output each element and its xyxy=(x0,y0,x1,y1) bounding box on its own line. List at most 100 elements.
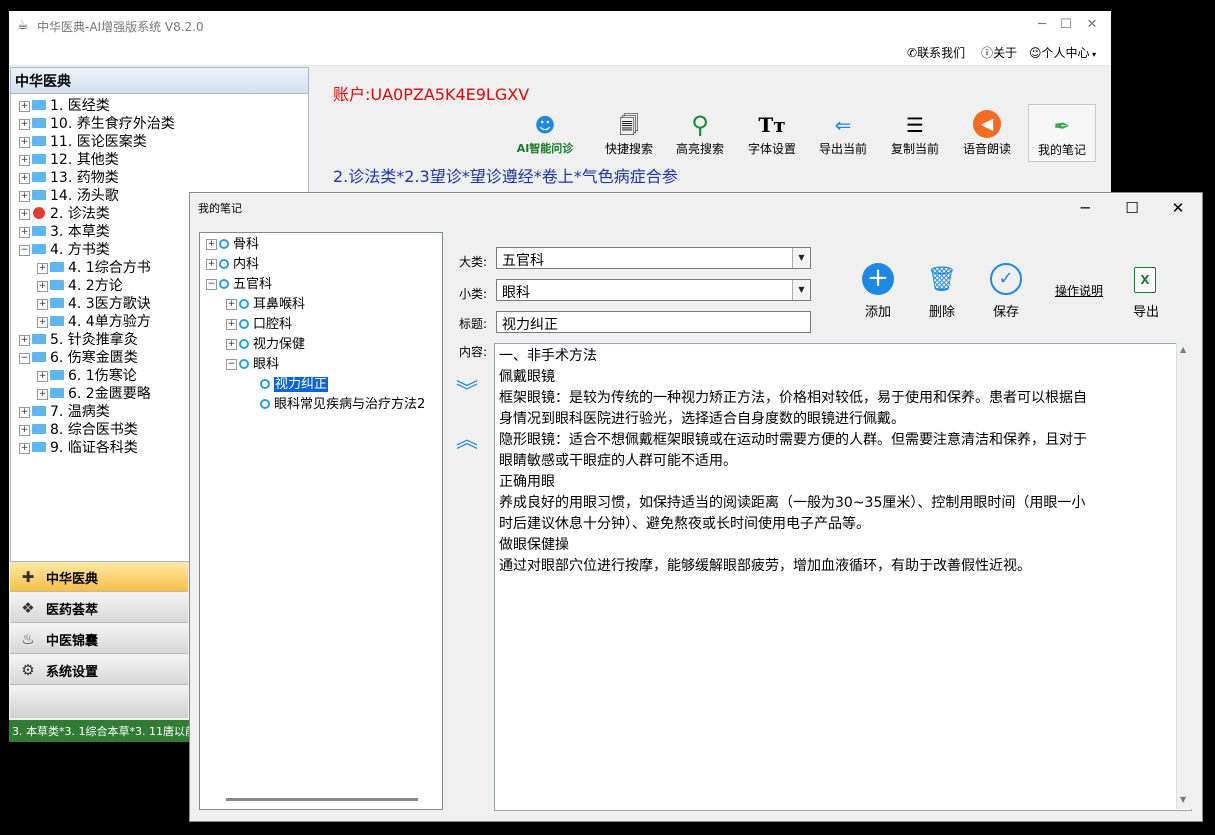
collapse-icon[interactable]: − xyxy=(206,279,217,290)
nav-zhonghua-yidian[interactable]: ✚ 中华医典 xyxy=(10,562,188,592)
tree-item[interactable]: +9. 临证各科类 xyxy=(19,439,138,457)
note-icon xyxy=(260,398,270,409)
subcategory-label: 小类: xyxy=(459,287,488,301)
expand-icon[interactable]: + xyxy=(37,388,48,400)
close-icon[interactable]: ✕ xyxy=(1081,15,1103,35)
expand-icon[interactable]: + xyxy=(19,226,30,238)
tree-item[interactable]: +11. 医论医案类 xyxy=(19,133,147,151)
expand-icon[interactable]: + xyxy=(19,334,30,346)
save-button[interactable]: ✓ 保存 xyxy=(978,263,1034,327)
previous-note-icon[interactable]: ︽ xyxy=(456,430,478,452)
notes-tree-item[interactable]: + 耳鼻喉科 xyxy=(226,295,305,315)
scroll-down-icon[interactable]: ▼ xyxy=(1180,795,1186,804)
maximize-icon[interactable]: ☐ xyxy=(1055,15,1077,35)
expand-icon[interactable]: + xyxy=(37,262,48,274)
notes-tree-item[interactable]: + 内科 xyxy=(206,255,259,275)
expand-icon[interactable]: + xyxy=(37,298,48,310)
node-icon xyxy=(219,258,229,269)
tree-item[interactable]: +13. 药物类 xyxy=(19,169,119,187)
help-link[interactable]: 操作说明 xyxy=(1055,282,1103,299)
expand-icon[interactable]: + xyxy=(226,299,237,310)
expand-icon[interactable]: + xyxy=(19,406,30,418)
tree-item[interactable]: +1. 医经类 xyxy=(19,97,110,115)
profile-menu[interactable]: ☺个人中心 ▾ xyxy=(1029,44,1096,61)
tree-item[interactable]: +8. 综合医书类 xyxy=(19,421,138,439)
note-icon xyxy=(260,378,270,389)
export-button[interactable]: X 导出 xyxy=(1118,263,1174,327)
expand-icon[interactable]: + xyxy=(19,118,30,130)
collapse-icon[interactable]: − xyxy=(226,359,237,370)
expand-icon[interactable]: + xyxy=(19,442,30,454)
tree-item[interactable]: +6. 1伤寒论 xyxy=(37,367,137,385)
tree-item[interactable]: +10. 养生食疗外治类 xyxy=(19,115,175,133)
notes-tree-item-selected[interactable]: 视力纠正 xyxy=(260,375,329,395)
tree-item[interactable]: +5. 针灸推拿灸 xyxy=(19,331,138,349)
expand-icon[interactable]: + xyxy=(19,172,30,184)
tree-item-selected[interactable]: +2. 诊法类 xyxy=(19,205,110,223)
add-button[interactable]: + 添加 xyxy=(850,263,906,327)
expand-icon[interactable]: + xyxy=(19,424,30,436)
notes-tree-item[interactable]: + 骨科 xyxy=(206,235,259,255)
collapse-icon[interactable]: − xyxy=(19,244,30,256)
subcategory-value: 眼科 xyxy=(502,285,530,301)
expand-icon[interactable]: + xyxy=(19,190,30,202)
advanced-search-button[interactable]: ⚲ 高亮搜索 xyxy=(667,104,733,160)
tree-item[interactable]: +4. 1综合方书 xyxy=(37,259,151,277)
tree-item[interactable]: +7. 温病类 xyxy=(19,403,110,421)
expand-icon[interactable]: + xyxy=(206,239,217,250)
expand-icon[interactable]: + xyxy=(19,136,30,148)
chevron-down-icon[interactable]: ▼ xyxy=(792,248,810,268)
tree-item[interactable]: +6. 2金匮要略 xyxy=(37,385,151,403)
expand-icon[interactable]: + xyxy=(37,316,48,328)
tree-item[interactable]: +4. 2方论 xyxy=(37,277,123,295)
minimize-icon[interactable]: ─ xyxy=(1072,196,1098,220)
expand-icon[interactable]: + xyxy=(37,370,48,382)
delete-button[interactable]: 🗑 删除 xyxy=(914,263,970,327)
next-note-icon[interactable]: ︾ xyxy=(456,382,478,404)
tree-item[interactable]: +12. 其他类 xyxy=(19,151,119,169)
quick-search-button[interactable]: 🗐 快捷搜索 xyxy=(596,104,662,160)
font-settings-button[interactable]: Tт 字体设置 xyxy=(739,104,805,160)
note-content-textarea[interactable]: 一、非手术方法 佩戴眼镜 框架眼镜：是较为传统的一种视力矫正方法，价格相对较低，… xyxy=(494,343,1192,811)
ai-consult-button[interactable]: ☻ AI智能问诊 xyxy=(512,104,578,160)
expand-icon[interactable]: + xyxy=(226,339,237,350)
tree-item[interactable]: − 4. 方书类 xyxy=(19,241,110,259)
notes-tree-item[interactable]: − 五官科 xyxy=(206,275,272,295)
nav-yiyao-huicui[interactable]: ❖ 医药荟萃 xyxy=(10,593,188,623)
chevron-down-icon[interactable]: ▼ xyxy=(792,280,810,300)
contact-menu[interactable]: ✆联系我们 xyxy=(907,44,965,61)
text-to-speech-button[interactable]: ◀ 语音朗读 xyxy=(954,104,1020,160)
tree-item[interactable]: +4. 4单方验方 xyxy=(37,313,151,331)
subcategory-select[interactable]: 眼科 ▼ xyxy=(496,279,811,301)
expand-icon[interactable]: + xyxy=(19,154,30,166)
horizontal-scrollbar[interactable] xyxy=(226,798,418,801)
nav-system-settings[interactable]: ⚙ 系统设置 xyxy=(10,655,188,685)
expand-icon[interactable]: + xyxy=(206,259,217,270)
notes-tree-item[interactable]: + 视力保健 xyxy=(226,335,305,355)
scroll-up-icon[interactable]: ▲ xyxy=(1180,345,1186,354)
notes-tree-item[interactable]: + 口腔科 xyxy=(226,315,292,335)
expand-icon[interactable]: + xyxy=(226,319,237,330)
vertical-scrollbar[interactable]: ▲ ▼ xyxy=(1176,343,1193,809)
category-select[interactable]: 五官科 ▼ xyxy=(496,247,811,269)
notes-tree-item[interactable]: 眼科常见疾病与治疗方法2 xyxy=(260,395,425,415)
expand-icon[interactable]: + xyxy=(19,100,30,112)
tree-item[interactable]: +14. 汤头歌 xyxy=(19,187,119,205)
title-input[interactable]: 视力纠正 xyxy=(496,311,811,333)
maximize-icon[interactable]: ☐ xyxy=(1119,196,1145,220)
tree-item[interactable]: +4. 3医方歌诀 xyxy=(37,295,151,313)
about-menu[interactable]: ⓘ关于 xyxy=(981,44,1017,61)
my-notes-button[interactable]: ✒ 我的笔记 xyxy=(1028,104,1096,162)
nav-zhongyi-jinnang[interactable]: ♨ 中医锦囊 xyxy=(10,624,188,654)
tree-item[interactable]: − 6. 伤寒金匮类 xyxy=(19,349,138,367)
toolbar-label: 我的笔记 xyxy=(1037,143,1086,157)
notes-tree-item[interactable]: − 眼科 xyxy=(226,355,279,375)
collapse-icon[interactable]: − xyxy=(19,352,30,364)
tree-item[interactable]: +3. 本草类 xyxy=(19,223,110,241)
copy-current-button[interactable]: ☰ 复制当前 xyxy=(882,104,948,160)
expand-icon[interactable]: + xyxy=(37,280,48,292)
minimize-icon[interactable]: ─ xyxy=(1031,15,1053,35)
expand-icon[interactable]: + xyxy=(19,208,30,220)
close-icon[interactable]: ✕ xyxy=(1165,196,1191,220)
export-current-button[interactable]: ⇐ 导出当前 xyxy=(810,104,876,160)
